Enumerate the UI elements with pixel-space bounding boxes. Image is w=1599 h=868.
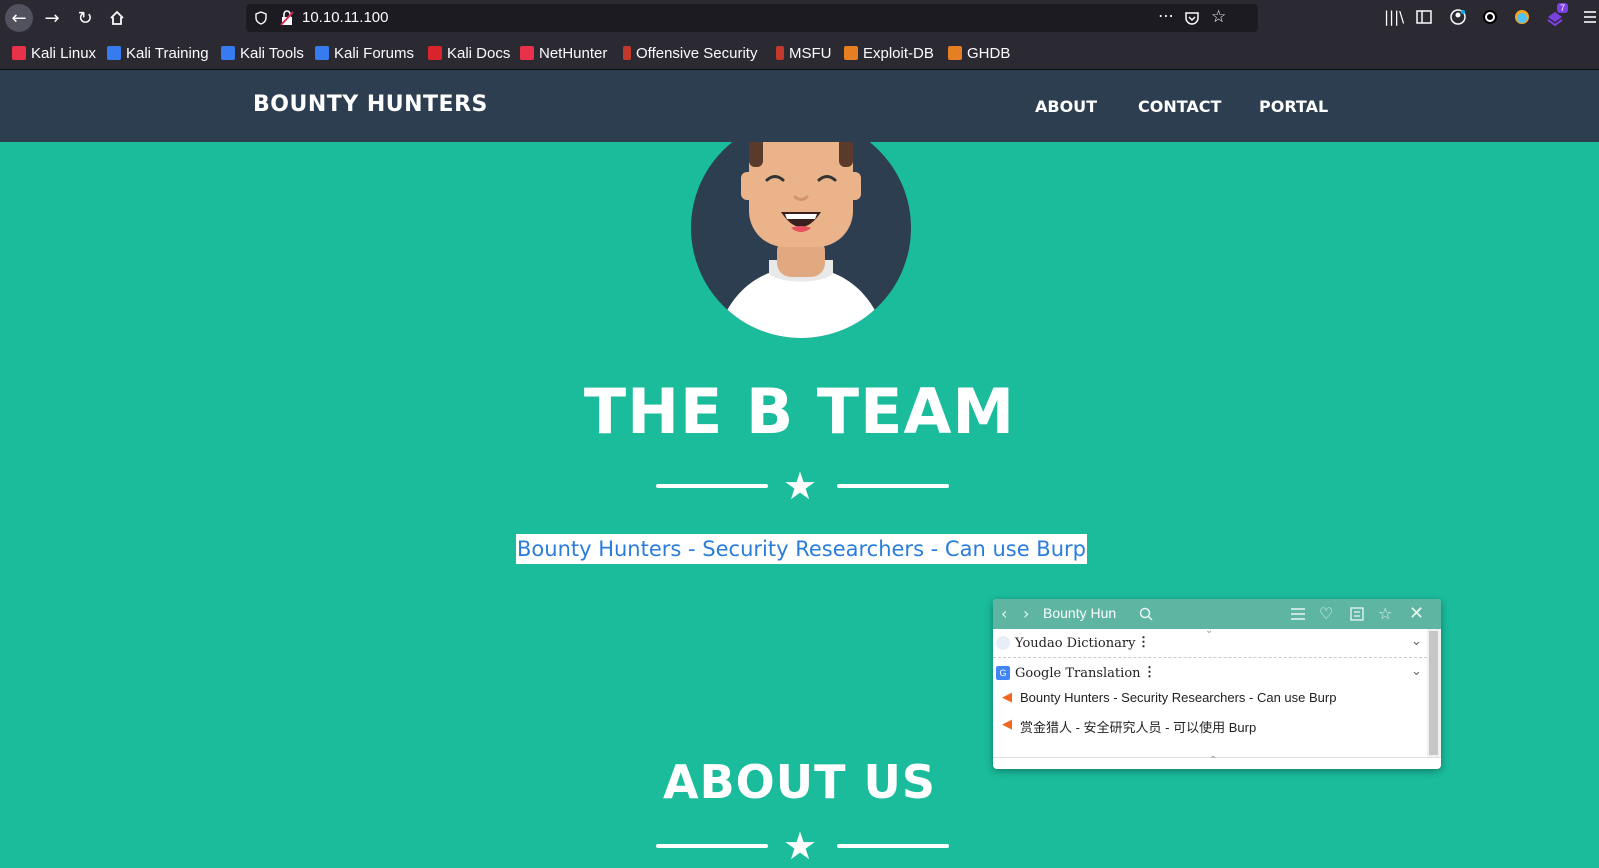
offsec-icon bbox=[776, 46, 784, 60]
avatar bbox=[691, 142, 911, 338]
speaker-icon[interactable]: ◀ bbox=[1002, 690, 1012, 705]
forward-button[interactable]: → bbox=[38, 4, 66, 32]
spider-icon bbox=[948, 46, 962, 60]
kali-icon bbox=[221, 46, 235, 60]
menu-icon[interactable] bbox=[1291, 607, 1305, 621]
nav-about[interactable]: ABOUT bbox=[1035, 97, 1097, 116]
bookmark-nethunter[interactable]: NetHunter bbox=[520, 44, 607, 62]
more-vertical-icon[interactable]: ⋮ bbox=[1137, 635, 1150, 650]
divider-line-right bbox=[837, 844, 949, 848]
nav-portal[interactable]: PORTAL bbox=[1259, 97, 1328, 116]
site-brand[interactable]: BOUNTY HUNTERS bbox=[253, 92, 488, 117]
spider-icon bbox=[844, 46, 858, 60]
home-button[interactable] bbox=[103, 4, 131, 32]
star-icon: ★ bbox=[783, 464, 818, 508]
star-icon: ★ bbox=[783, 824, 818, 868]
nav-contact[interactable]: CONTACT bbox=[1138, 97, 1221, 116]
star-icon[interactable]: ☆ bbox=[1211, 7, 1226, 27]
bookmark-kali-forums[interactable]: Kali Forums bbox=[315, 44, 414, 62]
bookmark-exploit-db[interactable]: Exploit-DB bbox=[844, 44, 934, 62]
insecure-lock-icon bbox=[280, 10, 294, 26]
star-outline-icon[interactable]: ☆ bbox=[1378, 604, 1392, 624]
offsec-icon bbox=[623, 46, 631, 60]
bookmark-kali-training[interactable]: Kali Training bbox=[107, 44, 209, 62]
dictionary-row-google[interactable]: G Google Translation ⋮ ⌄ bbox=[993, 660, 1427, 688]
bookmark-ghdb[interactable]: GHDB bbox=[948, 44, 1010, 62]
forward-icon: → bbox=[44, 7, 60, 29]
back-button[interactable]: ← bbox=[5, 4, 33, 32]
popup-scrollbar[interactable] bbox=[1427, 629, 1441, 757]
hero-title: THE B TEAM bbox=[583, 375, 1016, 448]
home-icon bbox=[110, 10, 124, 25]
divider-line-left bbox=[656, 484, 768, 488]
extension-icon[interactable] bbox=[1514, 9, 1530, 25]
pin-icon[interactable] bbox=[1350, 607, 1364, 621]
chevron-down-icon[interactable]: ⌄ bbox=[1411, 664, 1422, 679]
translation-source-text: Bounty Hunters - Security Researchers - … bbox=[1020, 690, 1337, 705]
youdao-icon bbox=[996, 636, 1010, 650]
google-translate-icon: G bbox=[996, 666, 1010, 680]
translation-result-text: 赏金猎人 - 安全研究人员 - 可以使用 Burp bbox=[1020, 720, 1257, 735]
bookmark-kali-linux[interactable]: Kali Linux bbox=[12, 44, 96, 62]
back-icon: ← bbox=[11, 7, 27, 29]
chevron-right-icon[interactable]: › bbox=[1023, 604, 1029, 624]
dictionary-row-youdao[interactable]: Youdao Dictionary ⋮ ⌄ bbox=[993, 630, 1427, 658]
bookmark-kali-docs[interactable]: Kali Docs bbox=[428, 44, 510, 62]
notification-badge: 7 bbox=[1557, 3, 1569, 13]
scroll-thumb[interactable] bbox=[1429, 631, 1438, 755]
divider-line-left bbox=[656, 844, 768, 848]
kali-icon bbox=[12, 46, 26, 60]
bookmark-msfu[interactable]: MSFU bbox=[776, 44, 832, 62]
browser-toolbar: ← → ↻ 10.10.11.100 ⋯ ☆ |||\ 7 bbox=[0, 0, 1599, 36]
url-text: 10.10.11.100 bbox=[302, 9, 389, 26]
popup-search-input[interactable]: Bounty Hun bbox=[1043, 605, 1116, 621]
shield-icon bbox=[255, 11, 267, 25]
kali-icon bbox=[107, 46, 121, 60]
chevron-left-icon[interactable]: ‹ bbox=[1001, 604, 1007, 624]
bookmark-kali-tools[interactable]: Kali Tools bbox=[221, 44, 304, 62]
account-icon[interactable] bbox=[1450, 9, 1466, 25]
hero-subtitle: Bounty Hunters - Security Researchers - … bbox=[516, 534, 1087, 564]
sidebar-icon[interactable] bbox=[1416, 10, 1432, 24]
reload-button[interactable]: ↻ bbox=[71, 4, 99, 32]
more-icon[interactable]: ⋯ bbox=[1158, 6, 1174, 25]
search-icon[interactable] bbox=[1139, 607, 1153, 621]
translation-popup: ‹ › Bounty Hun ♡ ☆ ✕ ⌄ Youdao Dictionary… bbox=[993, 599, 1441, 769]
more-vertical-icon[interactable]: ⋮ bbox=[1143, 665, 1156, 680]
extension-icon[interactable] bbox=[1482, 9, 1498, 25]
menu-icon[interactable] bbox=[1584, 10, 1596, 24]
heart-icon[interactable]: ♡ bbox=[1319, 604, 1333, 624]
docs-icon bbox=[428, 46, 442, 60]
site-navbar: BOUNTY HUNTERS ABOUT CONTACT PORTAL bbox=[0, 70, 1599, 142]
reload-icon: ↻ bbox=[77, 7, 93, 29]
library-icon[interactable]: |||\ bbox=[1384, 8, 1404, 26]
chevron-down-icon[interactable]: ⌄ bbox=[1411, 634, 1422, 649]
kali-icon bbox=[315, 46, 329, 60]
pocket-icon[interactable] bbox=[1184, 10, 1200, 26]
popup-header: ‹ › Bounty Hun ♡ ☆ ✕ bbox=[993, 599, 1441, 629]
bookmarks-bar: Kali Linux Kali Training Kali Tools Kali… bbox=[0, 36, 1599, 70]
chevron-up-icon[interactable]: ⌃ bbox=[1209, 755, 1217, 766]
kali-icon bbox=[520, 46, 534, 60]
speaker-icon[interactable]: ◀ bbox=[1002, 717, 1012, 732]
close-icon[interactable]: ✕ bbox=[1409, 604, 1424, 624]
divider-line-right bbox=[837, 484, 949, 488]
url-bar[interactable]: 10.10.11.100 ⋯ ☆ bbox=[246, 4, 1258, 32]
bookmark-offensive-security[interactable]: Offensive Security bbox=[623, 44, 757, 62]
